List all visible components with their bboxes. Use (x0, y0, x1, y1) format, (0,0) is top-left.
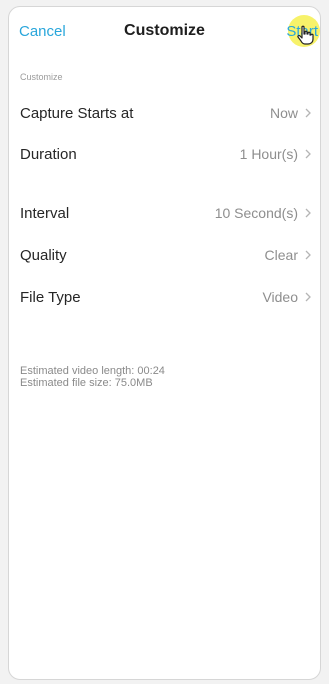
hand-pointer-icon (297, 25, 314, 45)
row-value: Video (262, 289, 298, 305)
chevron-right-icon (305, 149, 311, 159)
estimated-file-size: Estimated file size: 75.0MB (20, 377, 153, 389)
chevron-right-icon (305, 108, 311, 118)
row-label: File Type (20, 289, 81, 306)
duration-row[interactable]: Duration 1 Hour(s) (9, 139, 320, 169)
row-value: 1 Hour(s) (239, 146, 298, 162)
row-value: Now (269, 105, 298, 121)
row-label: Quality (20, 247, 67, 264)
row-label: Interval (20, 205, 70, 222)
quality-row[interactable]: Quality Clear (9, 240, 320, 270)
navigation-bar: Cancel Customize Start (9, 7, 320, 57)
capture-start-row[interactable]: Capture Starts at Now (9, 98, 320, 128)
interval-row[interactable]: Interval 10 Second(s) (9, 198, 320, 228)
section-header: Customize (20, 72, 63, 82)
chevron-right-icon (305, 250, 311, 260)
phone-screen: Cancel Customize Start Customize Capture… (8, 6, 321, 680)
estimated-video-length: Estimated video length: 00:24 (20, 365, 165, 377)
estimate-info: Estimated video length: 00:24 Estimated … (20, 365, 165, 389)
file-type-row[interactable]: File Type Video (9, 282, 320, 312)
row-value: 10 Second(s) (214, 205, 298, 221)
row-label: Duration (20, 146, 77, 163)
row-label: Capture Starts at (20, 105, 134, 122)
row-value: Clear (264, 247, 298, 263)
page-title: Customize (124, 22, 205, 39)
chevron-right-icon (305, 292, 311, 302)
chevron-right-icon (305, 208, 311, 218)
